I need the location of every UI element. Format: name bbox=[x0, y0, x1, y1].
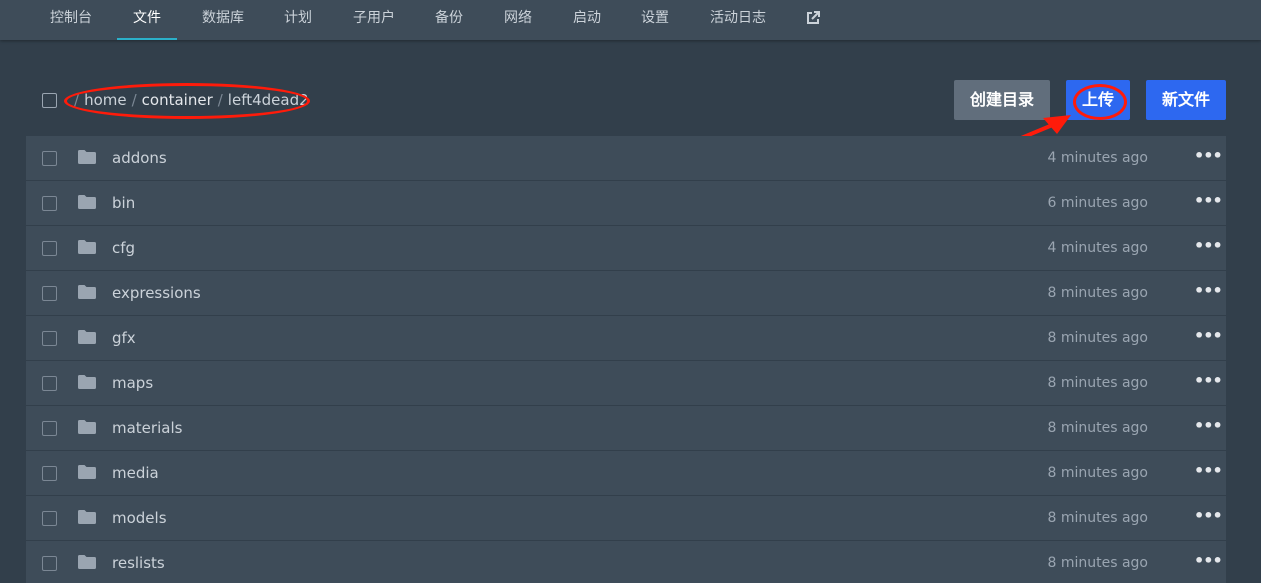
row-checkbox[interactable] bbox=[42, 376, 57, 391]
file-row[interactable]: materials 8 minutes ago ••• bbox=[26, 406, 1226, 450]
folder-icon bbox=[78, 195, 96, 209]
file-name[interactable]: addons bbox=[112, 136, 167, 180]
folder-icon bbox=[78, 285, 96, 299]
more-options-icon[interactable]: ••• bbox=[1194, 361, 1223, 401]
row-checkbox[interactable] bbox=[42, 331, 57, 346]
file-modified: 6 minutes ago bbox=[1047, 195, 1148, 211]
more-options-icon[interactable]: ••• bbox=[1194, 451, 1223, 491]
nav-backups[interactable]: 备份 bbox=[424, 0, 474, 40]
file-name[interactable]: bin bbox=[112, 181, 135, 225]
more-options-icon[interactable]: ••• bbox=[1194, 226, 1223, 266]
file-modified: 8 minutes ago bbox=[1047, 375, 1148, 391]
more-options-icon[interactable]: ••• bbox=[1194, 496, 1223, 536]
file-modified: 8 minutes ago bbox=[1047, 555, 1148, 571]
file-name[interactable]: expressions bbox=[112, 271, 201, 315]
row-checkbox[interactable] bbox=[42, 421, 57, 436]
folder-icon bbox=[78, 555, 96, 569]
file-row[interactable]: cfg 4 minutes ago ••• bbox=[26, 226, 1226, 270]
row-checkbox[interactable] bbox=[42, 466, 57, 481]
row-checkbox[interactable] bbox=[42, 286, 57, 301]
file-row[interactable]: maps 8 minutes ago ••• bbox=[26, 361, 1226, 405]
file-list: addons 4 minutes ago ••• bin 6 minutes ago ••… bbox=[26, 136, 1226, 583]
file-modified: 8 minutes ago bbox=[1047, 420, 1148, 436]
nav-startup[interactable]: 启动 bbox=[562, 0, 612, 40]
more-options-icon[interactable]: ••• bbox=[1194, 406, 1223, 446]
nav-databases[interactable]: 数据库 bbox=[192, 0, 254, 40]
select-all-checkbox[interactable] bbox=[42, 93, 57, 108]
nav-settings[interactable]: 设置 bbox=[630, 0, 680, 40]
more-options-icon[interactable]: ••• bbox=[1194, 136, 1223, 176]
external-link-icon[interactable] bbox=[805, 10, 821, 26]
file-modified: 4 minutes ago bbox=[1047, 240, 1148, 256]
file-name[interactable]: gfx bbox=[112, 316, 136, 360]
new-file-button[interactable]: 新文件 bbox=[1146, 80, 1226, 120]
folder-icon bbox=[78, 420, 96, 434]
file-row[interactable]: expressions 8 minutes ago ••• bbox=[26, 271, 1226, 315]
file-modified: 8 minutes ago bbox=[1047, 330, 1148, 346]
nav-files[interactable]: 文件 bbox=[117, 0, 177, 40]
more-options-icon[interactable]: ••• bbox=[1194, 181, 1223, 221]
file-name[interactable]: maps bbox=[112, 361, 153, 405]
folder-icon bbox=[78, 375, 96, 389]
file-row[interactable]: bin 6 minutes ago ••• bbox=[26, 181, 1226, 225]
folder-icon bbox=[78, 330, 96, 344]
nav-activity[interactable]: 活动日志 bbox=[700, 0, 776, 40]
folder-icon bbox=[78, 240, 96, 254]
folder-icon bbox=[78, 150, 96, 164]
file-row[interactable]: models 8 minutes ago ••• bbox=[26, 496, 1226, 540]
row-checkbox[interactable] bbox=[42, 151, 57, 166]
file-modified: 8 minutes ago bbox=[1047, 465, 1148, 481]
row-checkbox[interactable] bbox=[42, 556, 57, 571]
row-checkbox[interactable] bbox=[42, 196, 57, 211]
top-nav: 控制台 文件 数据库 计划 子用户 备份 网络 启动 设置 活动日志 bbox=[0, 0, 1261, 40]
file-name[interactable]: reslists bbox=[112, 541, 165, 583]
file-modified: 8 minutes ago bbox=[1047, 510, 1148, 526]
nav-schedules[interactable]: 计划 bbox=[273, 0, 323, 40]
file-name[interactable]: materials bbox=[112, 406, 182, 450]
file-modified: 8 minutes ago bbox=[1047, 285, 1148, 301]
file-row[interactable]: gfx 8 minutes ago ••• bbox=[26, 316, 1226, 360]
nav-subusers[interactable]: 子用户 bbox=[343, 0, 405, 40]
folder-icon bbox=[78, 510, 96, 524]
row-checkbox[interactable] bbox=[42, 241, 57, 256]
row-checkbox[interactable] bbox=[42, 511, 57, 526]
file-row[interactable]: media 8 minutes ago ••• bbox=[26, 451, 1226, 495]
file-name[interactable]: media bbox=[112, 451, 159, 495]
nav-network[interactable]: 网络 bbox=[493, 0, 543, 40]
more-options-icon[interactable]: ••• bbox=[1194, 271, 1223, 311]
file-row[interactable]: addons 4 minutes ago ••• bbox=[26, 136, 1226, 180]
nav-dashboard[interactable]: 控制台 bbox=[40, 0, 102, 40]
file-row[interactable]: reslists 8 minutes ago ••• bbox=[26, 541, 1226, 583]
annotation-ellipse-breadcrumb bbox=[64, 83, 310, 119]
more-options-icon[interactable]: ••• bbox=[1194, 316, 1223, 356]
file-name[interactable]: models bbox=[112, 496, 167, 540]
folder-icon bbox=[78, 465, 96, 479]
more-options-icon[interactable]: ••• bbox=[1194, 541, 1223, 581]
file-name[interactable]: cfg bbox=[112, 226, 135, 270]
file-modified: 4 minutes ago bbox=[1047, 150, 1148, 166]
